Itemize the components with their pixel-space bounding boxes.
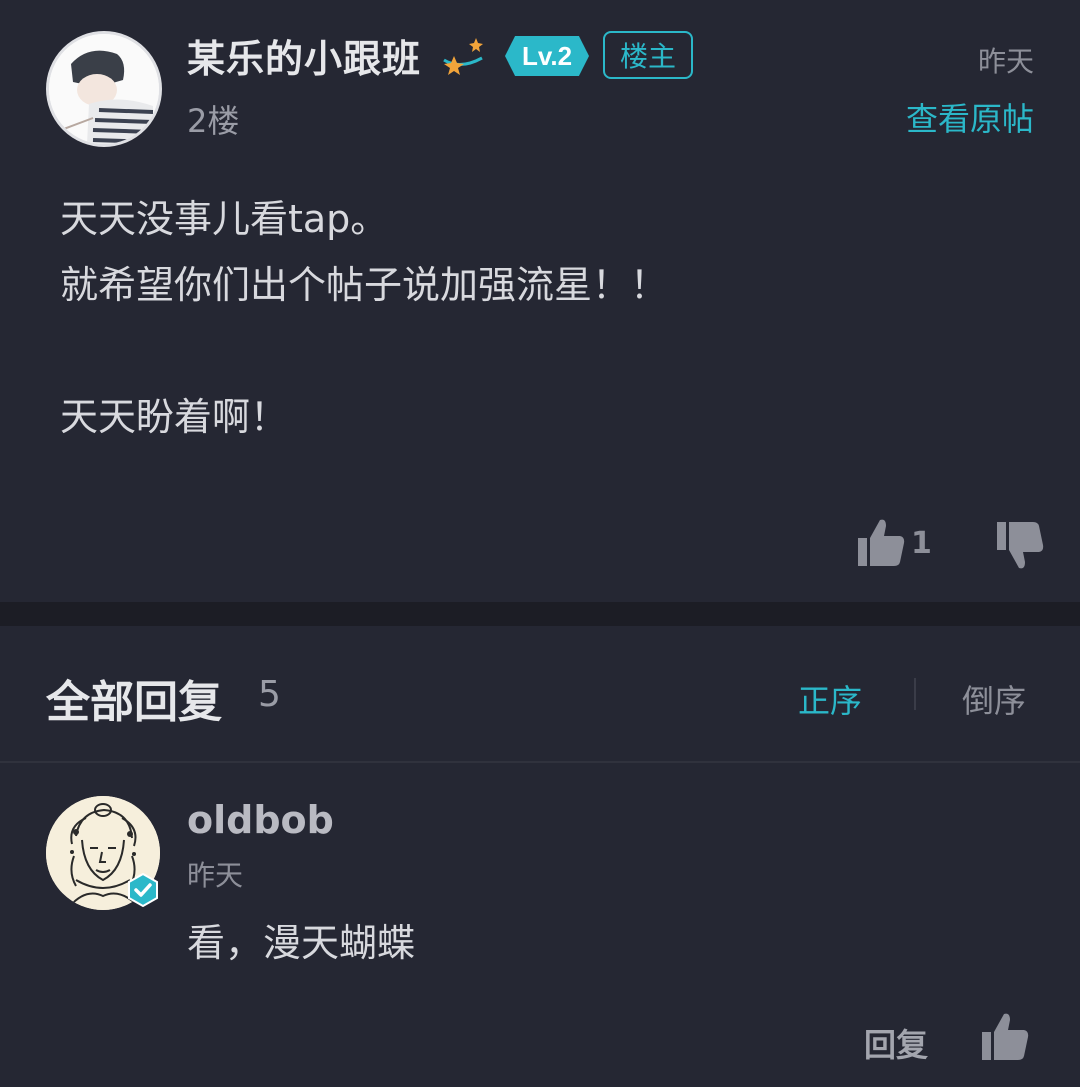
sort-ascending-tab[interactable]: 正序 [798,676,862,722]
author-name[interactable]: 某乐的小跟班 [187,28,421,83]
view-original-link[interactable]: 查看原帖 [906,94,1034,140]
post-content-line [60,318,1020,384]
post-content: 天天没事儿看tap。 就希望你们出个帖子说加强流星！！ 天天盼着啊！ [60,186,1020,450]
floor-number: 2楼 [187,102,240,140]
thumbs-up-icon[interactable] [856,516,906,568]
post-content-line: 天天没事儿看tap。 [60,197,389,241]
meteor-decoration-icon [443,38,483,75]
section-divider [0,602,1080,626]
replies-count: 5 [258,674,281,715]
replies-title: 全部回复 [46,677,222,728]
thread-starter-badge: 楼主 [603,31,693,79]
level-badge: Lv.2 [505,36,589,76]
like-count: 1 [911,526,932,561]
thumbs-down-icon[interactable] [994,520,1046,572]
reply-content: 看，漫天蝴蝶 [187,921,416,965]
post-time: 昨天 [977,45,1034,78]
sort-descending-tab[interactable]: 倒序 [962,676,1026,722]
reply-time: 昨天 [187,859,244,892]
header-divider [0,761,1080,763]
reply-author-name[interactable]: oldbob [187,798,334,842]
reply-button[interactable]: 回复 [864,1020,928,1066]
post-content-line: 就希望你们出个帖子说加强流星！！ [60,263,669,307]
verified-icon [128,873,158,907]
thumbs-up-icon[interactable] [980,1010,1030,1062]
post-content-line: 天天盼着啊！ [60,395,289,439]
avatar-illustration [49,34,159,144]
author-avatar[interactable] [46,31,162,147]
sort-separator [914,678,916,710]
